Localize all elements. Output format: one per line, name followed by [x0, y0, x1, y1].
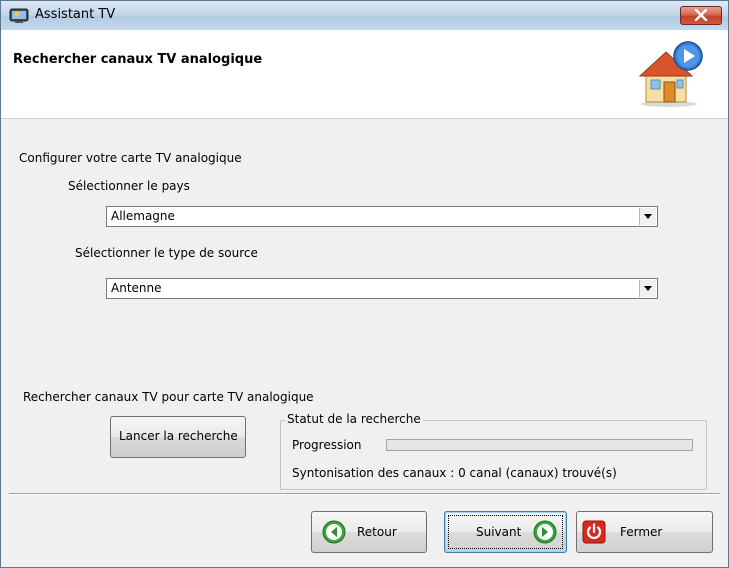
scan-section-label: Rechercher canaux TV pour carte TV analo… [23, 390, 314, 404]
search-status-legend: Statut de la recherche [285, 412, 423, 426]
next-button-label: Suivant [476, 525, 522, 539]
close-button-label: Fermer [620, 525, 663, 539]
window-close-button[interactable] [680, 6, 722, 25]
house-play-icon [636, 38, 706, 108]
title-bar[interactable]: Assistant TV [1, 1, 728, 30]
chevron-down-icon [644, 286, 652, 291]
footer-separator [9, 493, 720, 495]
arrow-left-icon [322, 520, 346, 544]
next-button[interactable]: Suivant [444, 511, 567, 553]
source-type-label: Sélectionner le type de source [75, 246, 258, 260]
page-title: Rechercher canaux TV analogique [13, 52, 263, 67]
source-type-select[interactable]: Antenne [106, 278, 658, 299]
search-status-group: Statut de la recherche Progression Synto… [280, 412, 707, 490]
tv-icon [9, 6, 29, 24]
start-search-button-label: Lancer la recherche [119, 429, 238, 443]
progress-label: Progression [292, 438, 362, 452]
back-button-label: Retour [357, 525, 397, 539]
chevron-down-icon [644, 214, 652, 219]
back-button[interactable]: Retour [311, 511, 427, 553]
country-select-value: Allemagne [111, 209, 175, 223]
close-icon [694, 9, 708, 21]
tv-assistant-window: Assistant TV Rechercher canaux TV analog… [0, 0, 729, 568]
progress-bar [386, 439, 693, 451]
tuning-status-text: Syntonisation des canaux : 0 canal (cana… [292, 466, 617, 480]
start-search-button[interactable]: Lancer la recherche [110, 416, 246, 458]
country-label: Sélectionner le pays [68, 179, 190, 193]
source-type-select-value: Antenne [111, 281, 162, 295]
source-type-dropdown-button[interactable] [639, 280, 656, 297]
arrow-right-icon [533, 520, 557, 544]
power-icon [582, 520, 606, 544]
country-dropdown-button[interactable] [639, 208, 656, 225]
window-title: Assistant TV [35, 7, 116, 22]
wizard-header: Rechercher canaux TV analogique [1, 30, 728, 119]
configure-section-label: Configurer votre carte TV analogique [19, 151, 242, 165]
close-button[interactable]: Fermer [576, 511, 713, 553]
country-select[interactable]: Allemagne [106, 206, 658, 227]
